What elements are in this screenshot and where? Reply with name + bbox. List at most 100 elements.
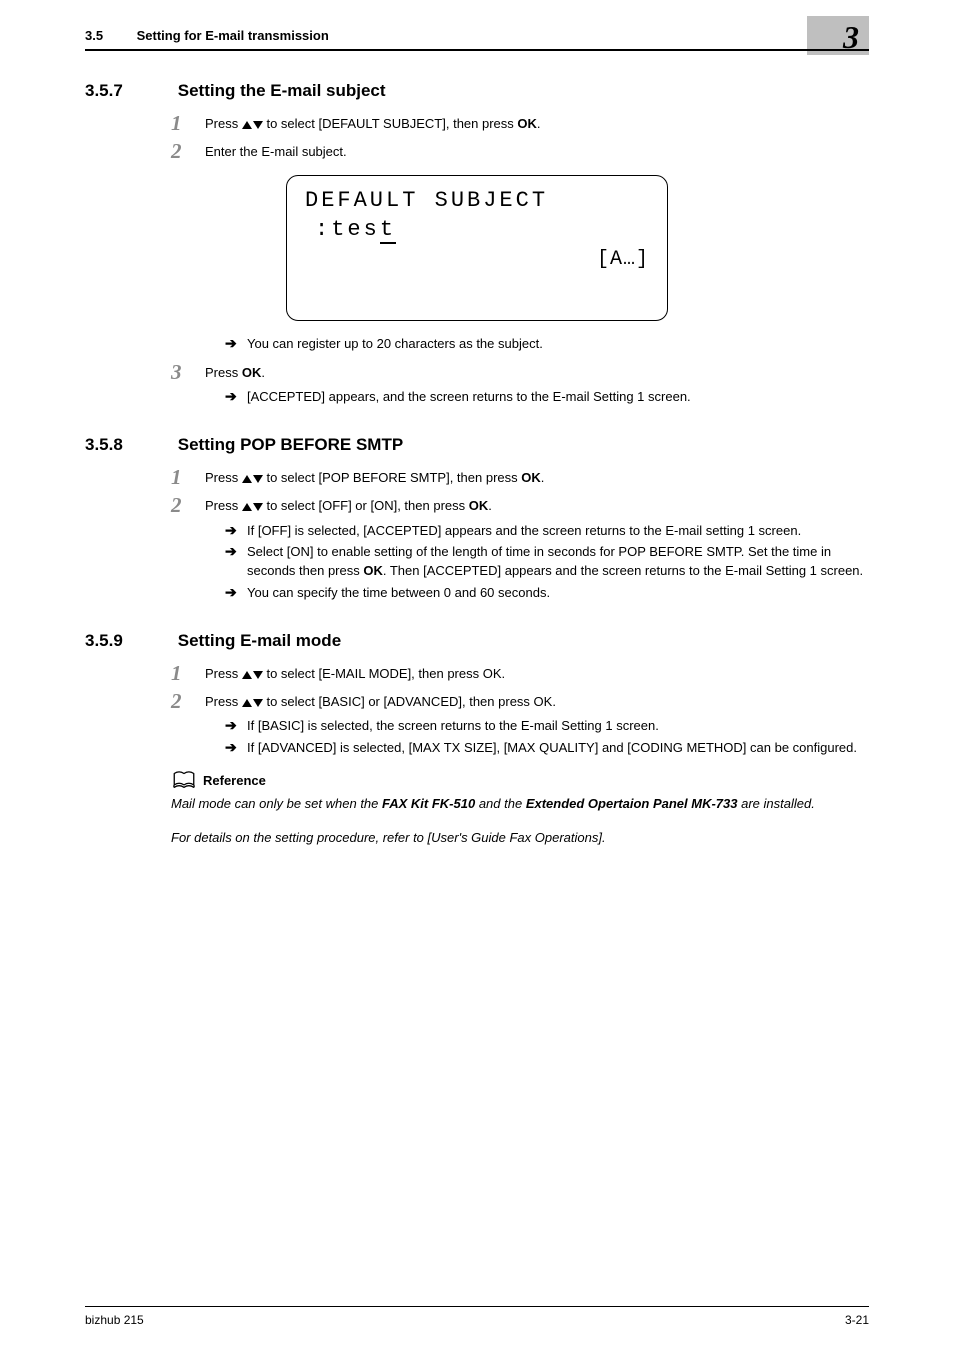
section-num: 3.5.9 [85, 631, 173, 651]
step-text: Press to select [POP BEFORE SMTP], then … [205, 467, 869, 487]
lcd-line-3: [A…] [305, 248, 649, 271]
step-number: 1 [171, 467, 205, 487]
down-triangle-icon [253, 121, 263, 129]
section-heading-358: 3.5.8 Setting POP BEFORE SMTP [85, 435, 869, 455]
key-ok: OK [517, 116, 537, 131]
reference-body-2: For details on the setting procedure, re… [171, 828, 869, 848]
book-icon [171, 770, 197, 790]
text: Press [205, 365, 242, 380]
product-name: Extended Opertaion Panel MK-733 [526, 796, 738, 811]
step-359-1: 1 Press to select [E-MAIL MODE], then pr… [85, 663, 869, 683]
text: Press [205, 498, 242, 513]
footer-left: bizhub 215 [85, 1313, 144, 1327]
step-357-2: 2 Enter the E-mail subject. [85, 141, 869, 161]
text: to select [BASIC] or [ADVANCED], then pr… [263, 694, 556, 709]
arrow-icon: ➔ [225, 335, 247, 354]
step-359-2: 2 Press to select [BASIC] or [ADVANCED],… [85, 691, 869, 711]
note-text: If [ADVANCED] is selected, [MAX TX SIZE]… [247, 739, 869, 758]
step-number: 2 [171, 495, 205, 515]
key-ok: OK [363, 563, 383, 578]
key-ok: OK [242, 365, 262, 380]
note-358-c: ➔ You can specify the time between 0 and… [85, 584, 869, 603]
note-357-a: ➔ You can register up to 20 characters a… [85, 335, 869, 354]
down-triangle-icon [253, 671, 263, 679]
text: . [541, 470, 545, 485]
page-header: 3.5 Setting for E-mail transmission 3 [85, 28, 869, 53]
text: are installed. [737, 796, 814, 811]
arrow-icon: ➔ [225, 543, 247, 581]
text: . [537, 116, 541, 131]
section-num: 3.5.8 [85, 435, 173, 455]
up-triangle-icon [242, 699, 252, 707]
key-ok: OK [469, 498, 489, 513]
lcd-display: DEFAULT SUBJECT :test [A…] [286, 175, 668, 321]
note-358-b: ➔ Select [ON] to enable setting of the l… [85, 543, 869, 581]
step-number: 1 [171, 663, 205, 683]
step-358-1: 1 Press to select [POP BEFORE SMTP], the… [85, 467, 869, 487]
step-text: Press to select [E-MAIL MODE], then pres… [205, 663, 869, 683]
key-ok: OK [521, 470, 541, 485]
text: to select [OFF] or [ON], then press [263, 498, 469, 513]
note-text: If [BASIC] is selected, the screen retur… [247, 717, 869, 736]
section-num: 3.5.7 [85, 81, 173, 101]
up-triangle-icon [242, 121, 252, 129]
down-triangle-icon [253, 699, 263, 707]
chapter-tab: 3 [807, 16, 869, 55]
note-358-a: ➔ If [OFF] is selected, [ACCEPTED] appea… [85, 522, 869, 541]
step-number: 2 [171, 141, 205, 161]
text: . Then [ACCEPTED] appears and the screen… [383, 563, 863, 578]
page-footer: bizhub 215 3-21 [85, 1306, 869, 1327]
step-357-3: 3 Press OK. [85, 362, 869, 382]
header-section-number: 3.5 [85, 28, 133, 43]
text: . [261, 365, 265, 380]
up-triangle-icon [242, 671, 252, 679]
text: . [488, 498, 492, 513]
footer-right: 3-21 [845, 1313, 869, 1327]
arrow-icon: ➔ [225, 739, 247, 758]
step-text: Press to select [OFF] or [ON], then pres… [205, 495, 869, 515]
down-triangle-icon [253, 475, 263, 483]
text: and the [475, 796, 526, 811]
note-359-b: ➔ If [ADVANCED] is selected, [MAX TX SIZ… [85, 739, 869, 758]
note-text: Select [ON] to enable setting of the len… [247, 543, 869, 581]
text: Press [205, 666, 242, 681]
chapter-number: 3 [843, 19, 859, 55]
section-heading-359: 3.5.9 Setting E-mail mode [85, 631, 869, 651]
section-title: Setting E-mail mode [178, 631, 341, 651]
step-text: Press to select [DEFAULT SUBJECT], then … [205, 113, 869, 133]
up-triangle-icon [242, 475, 252, 483]
step-357-1: 1 Press to select [DEFAULT SUBJECT], the… [85, 113, 869, 133]
note-357-b: ➔ [ACCEPTED] appears, and the screen ret… [85, 388, 869, 407]
lcd-text: :tes [315, 217, 380, 242]
header-section-title: Setting for E-mail transmission [137, 28, 329, 43]
arrow-icon: ➔ [225, 388, 247, 407]
step-358-2: 2 Press to select [OFF] or [ON], then pr… [85, 495, 869, 515]
step-text: Press to select [BASIC] or [ADVANCED], t… [205, 691, 869, 711]
section-title: Setting the E-mail subject [178, 81, 386, 101]
arrow-icon: ➔ [225, 522, 247, 541]
section-title: Setting POP BEFORE SMTP [178, 435, 403, 455]
lcd-line-1: DEFAULT SUBJECT [305, 188, 649, 213]
text: Press [205, 694, 242, 709]
note-text: You can register up to 20 characters as … [247, 335, 869, 354]
text: Mail mode can only be set when the [171, 796, 382, 811]
product-name: FAX Kit FK-510 [382, 796, 475, 811]
text: to select [DEFAULT SUBJECT], then press [263, 116, 518, 131]
reference-heading-row: Reference [171, 770, 869, 790]
text: Press [205, 116, 242, 131]
note-text: If [OFF] is selected, [ACCEPTED] appears… [247, 522, 869, 541]
note-text: You can specify the time between 0 and 6… [247, 584, 869, 603]
step-text: Enter the E-mail subject. [205, 141, 869, 161]
reference-block: Reference Mail mode can only be set when… [85, 770, 869, 847]
text: to select [E-MAIL MODE], then press OK. [263, 666, 505, 681]
arrow-icon: ➔ [225, 584, 247, 603]
text: to select [POP BEFORE SMTP], then press [263, 470, 521, 485]
reference-body-1: Mail mode can only be set when the FAX K… [171, 794, 869, 814]
step-number: 3 [171, 362, 205, 382]
down-triangle-icon [253, 503, 263, 511]
header-left: 3.5 Setting for E-mail transmission [85, 28, 869, 43]
section-heading-357: 3.5.7 Setting the E-mail subject [85, 81, 869, 101]
up-triangle-icon [242, 503, 252, 511]
arrow-icon: ➔ [225, 717, 247, 736]
step-text: Press OK. [205, 362, 869, 382]
